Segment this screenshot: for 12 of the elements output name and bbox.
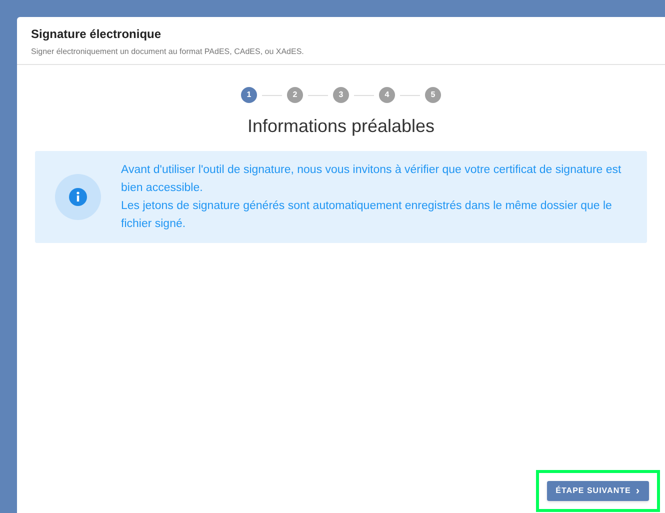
step-indicator: 2 bbox=[287, 87, 303, 103]
step-title: Informations préalables bbox=[246, 115, 436, 138]
step-indicator: 5 bbox=[425, 87, 441, 103]
info-icon bbox=[69, 188, 87, 206]
step-indicator: 1 bbox=[241, 87, 257, 103]
info-text: Les jetons de signature générés sont automatiquement enregistrés dans le même dossier que le fichier signé. bbox=[121, 199, 613, 232]
panel-subtitle: Signer électroniquement un document au format PAdES, CAdES, ou XAdES. bbox=[31, 46, 305, 58]
step-indicator: 3 bbox=[333, 87, 349, 103]
step-indicator: 4 bbox=[379, 87, 395, 103]
info-text: Avant d'utiliser l'outil de signature, nous vous invitons à vérifier que votre certificat de signature est bien accessible. bbox=[121, 163, 622, 196]
panel-title: Signature électronique bbox=[31, 26, 162, 43]
next-step-button[interactable]: ÉTAPE SUIVANTE › bbox=[546, 481, 649, 501]
